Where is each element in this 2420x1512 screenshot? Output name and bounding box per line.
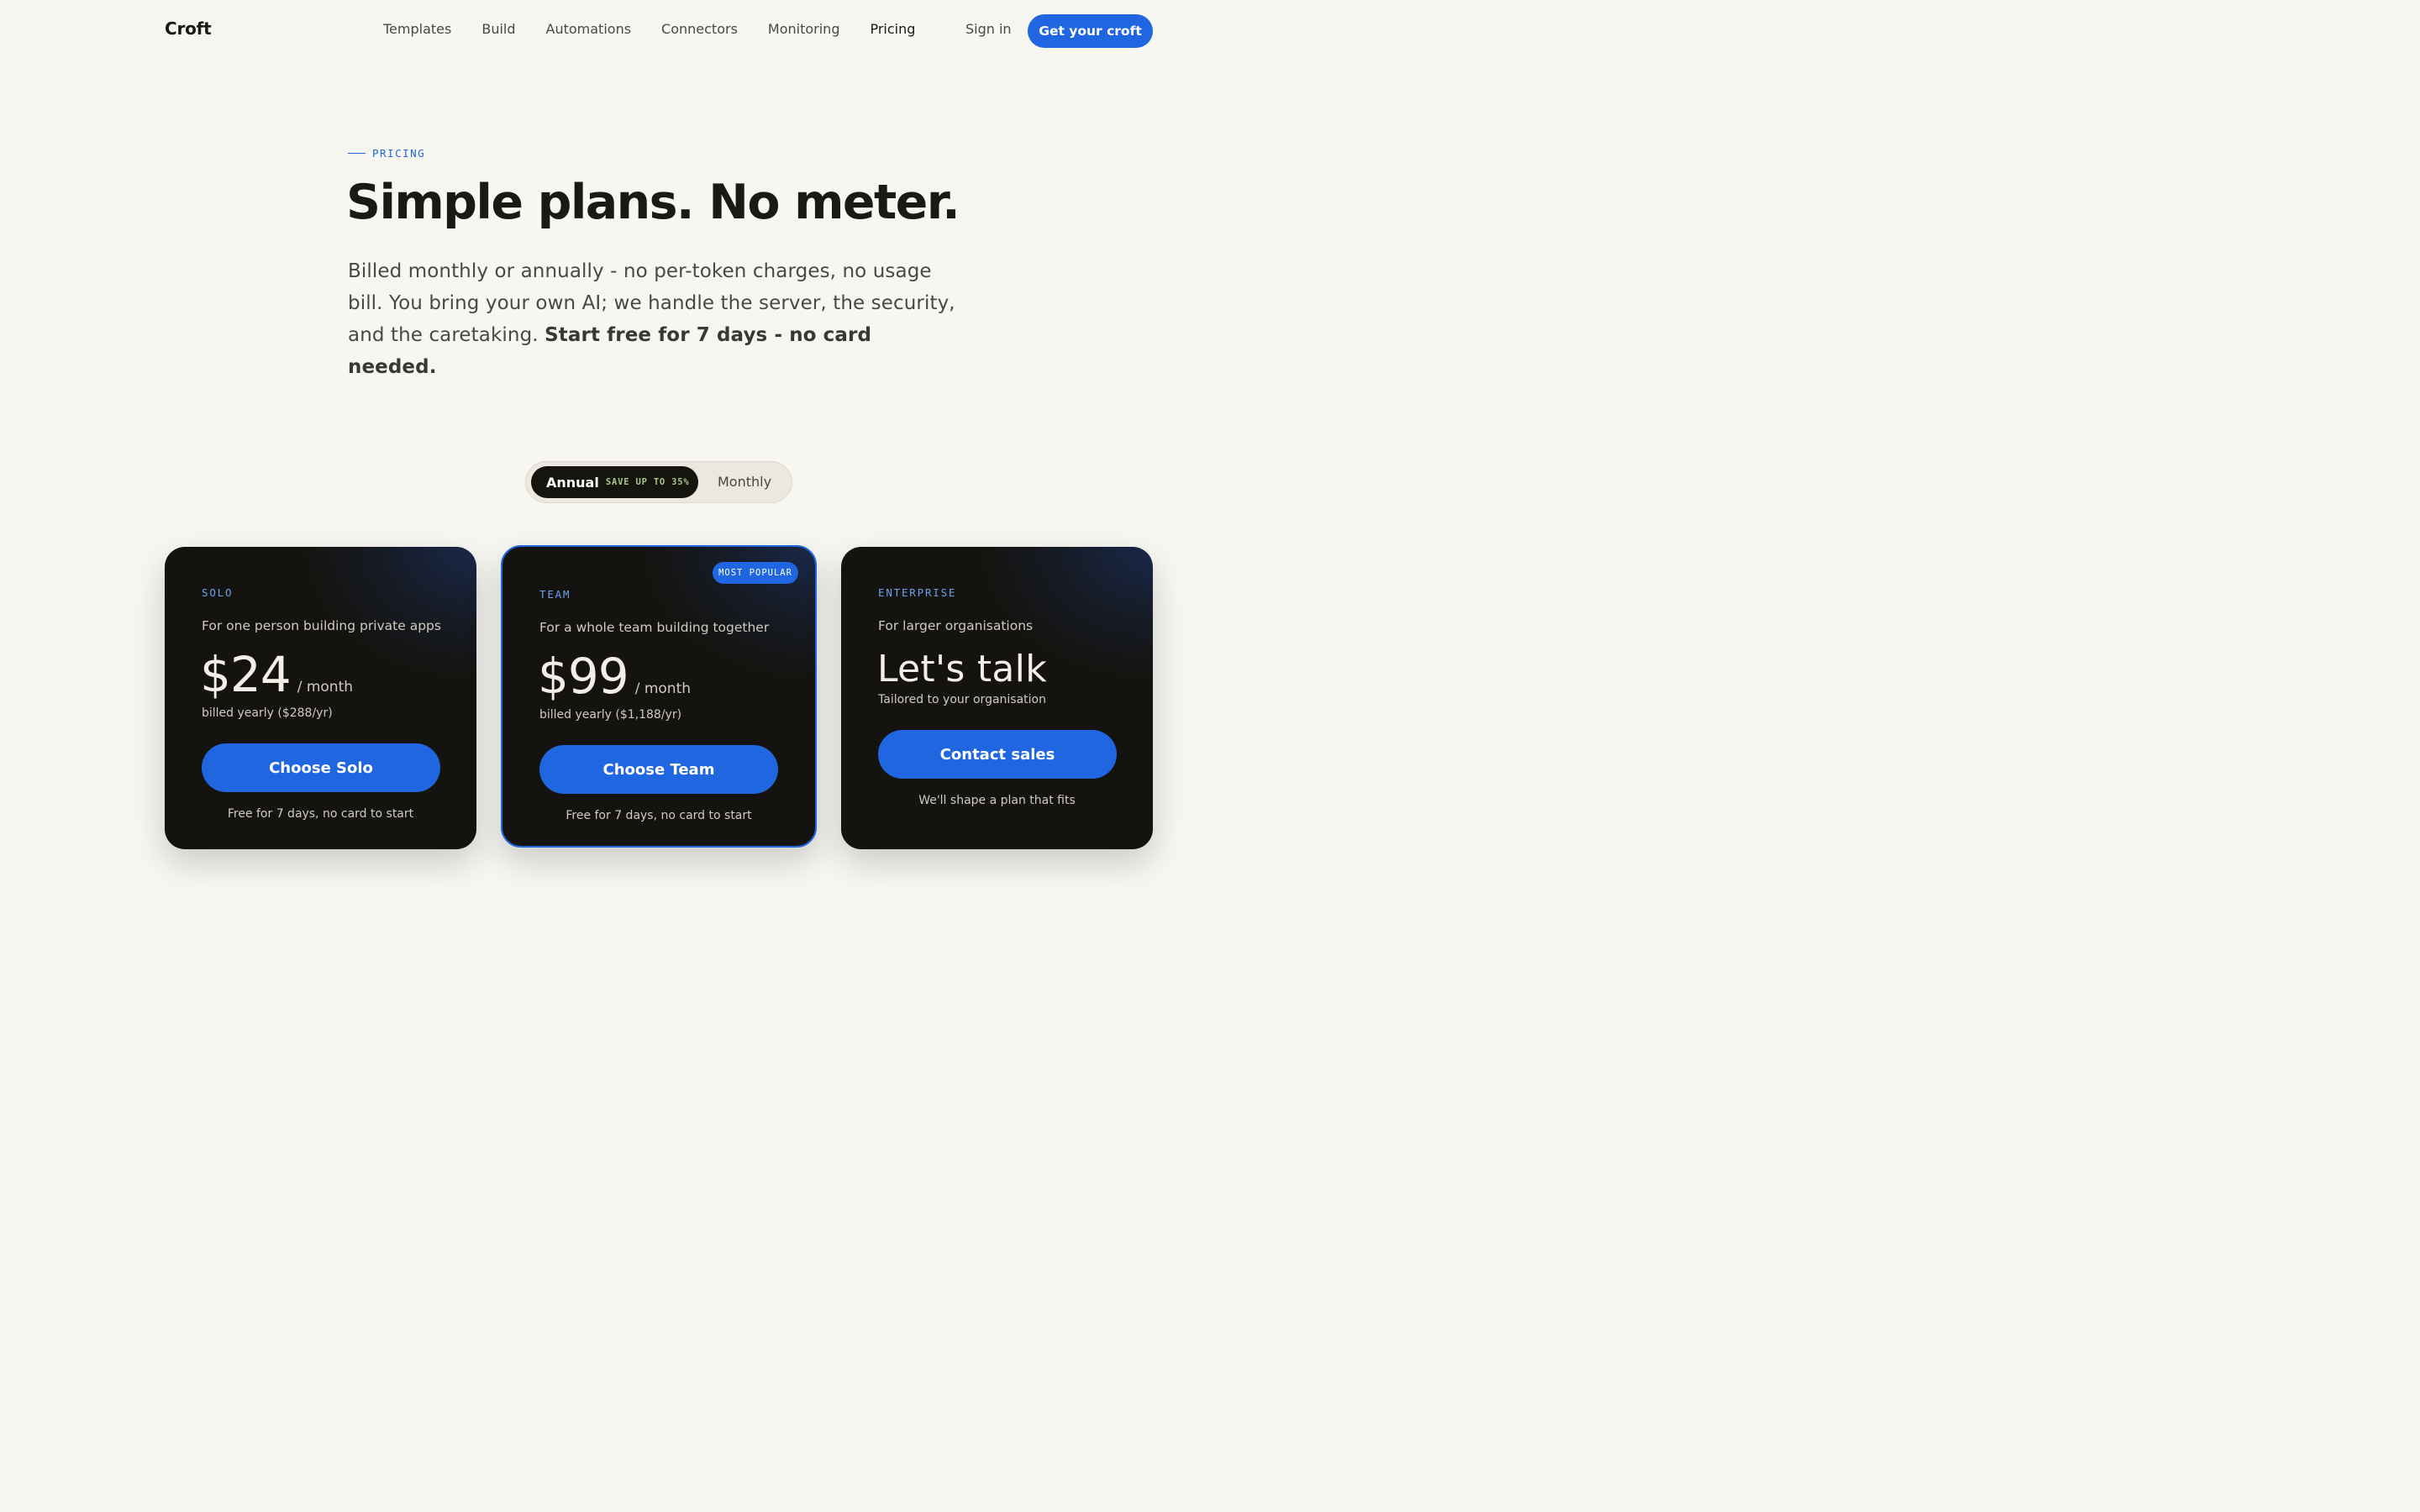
page-title: Simple plans. No meter. — [346, 175, 960, 230]
plan-description: For larger organisations — [878, 618, 1034, 633]
nav-link-monitoring[interactable]: Monitoring — [768, 21, 840, 37]
get-your-croft-button[interactable]: Get your croft — [1028, 14, 1153, 48]
contact-sales-button[interactable]: Contact sales — [878, 730, 1117, 779]
nav-link-templates[interactable]: Templates — [383, 21, 451, 37]
plan-subline: Tailored to your organisation — [878, 693, 1046, 706]
nav-links: Templates Build Automations Connectors M… — [383, 21, 945, 37]
annual-label: Annual — [546, 474, 599, 491]
plan-card-solo: SOLO For one person building private app… — [165, 547, 476, 849]
billing-toggle: Annual SAVE UP TO 35% Monthly — [525, 461, 792, 503]
plan-card-team: MOST POPULAR TEAM For a whole team build… — [501, 545, 817, 848]
hero-description: Billed monthly or annually - no per-toke… — [348, 255, 961, 383]
sign-in-link[interactable]: Sign in — [965, 21, 1012, 37]
nav-link-pricing[interactable]: Pricing — [870, 21, 915, 37]
save-badge: SAVE UP TO 35% — [605, 477, 690, 487]
price-period: / month — [297, 679, 354, 696]
billing-note: billed yearly ($288/yr) — [202, 706, 333, 720]
section-eyebrow: PRICING — [348, 147, 425, 160]
trial-note: Free for 7 days, no card to start — [227, 807, 414, 821]
price-amount: $99 — [538, 648, 629, 705]
most-popular-badge: MOST POPULAR — [713, 562, 798, 584]
brand-logo[interactable]: Croft — [165, 18, 212, 39]
enterprise-note: We'll shape a plan that fits — [918, 794, 1076, 807]
plan-tier: ENTERPRISE — [878, 586, 957, 599]
nav-link-connectors[interactable]: Connectors — [661, 21, 738, 37]
eyebrow-label: PRICING — [372, 147, 426, 160]
eyebrow-rule — [348, 153, 366, 154]
billing-note: billed yearly ($1,188/yr) — [539, 708, 682, 722]
plan-price: $24 / month — [200, 646, 353, 703]
plan-price: $99 / month — [538, 648, 691, 705]
nav-link-automations[interactable]: Automations — [546, 21, 632, 37]
nav-link-build[interactable]: Build — [481, 21, 515, 37]
price-period: / month — [634, 680, 692, 697]
top-nav: Croft Templates Build Automations Connec… — [0, 0, 1318, 60]
plan-tier: TEAM — [539, 588, 571, 601]
plan-card-enterprise: ENTERPRISE For larger organisations Let'… — [841, 547, 1153, 849]
plan-description: For a whole team building together — [539, 620, 770, 635]
choose-team-button[interactable]: Choose Team — [539, 745, 778, 794]
billing-option-annual[interactable]: Annual SAVE UP TO 35% — [531, 466, 698, 498]
plan-tier: SOLO — [202, 586, 234, 599]
trial-note: Free for 7 days, no card to start — [566, 809, 752, 822]
choose-solo-button[interactable]: Choose Solo — [202, 743, 440, 792]
price-amount: Let's talk — [877, 648, 1047, 690]
price-amount: $24 — [200, 646, 292, 703]
billing-option-monthly[interactable]: Monthly — [718, 474, 771, 490]
plan-description: For one person building private apps — [202, 618, 441, 633]
